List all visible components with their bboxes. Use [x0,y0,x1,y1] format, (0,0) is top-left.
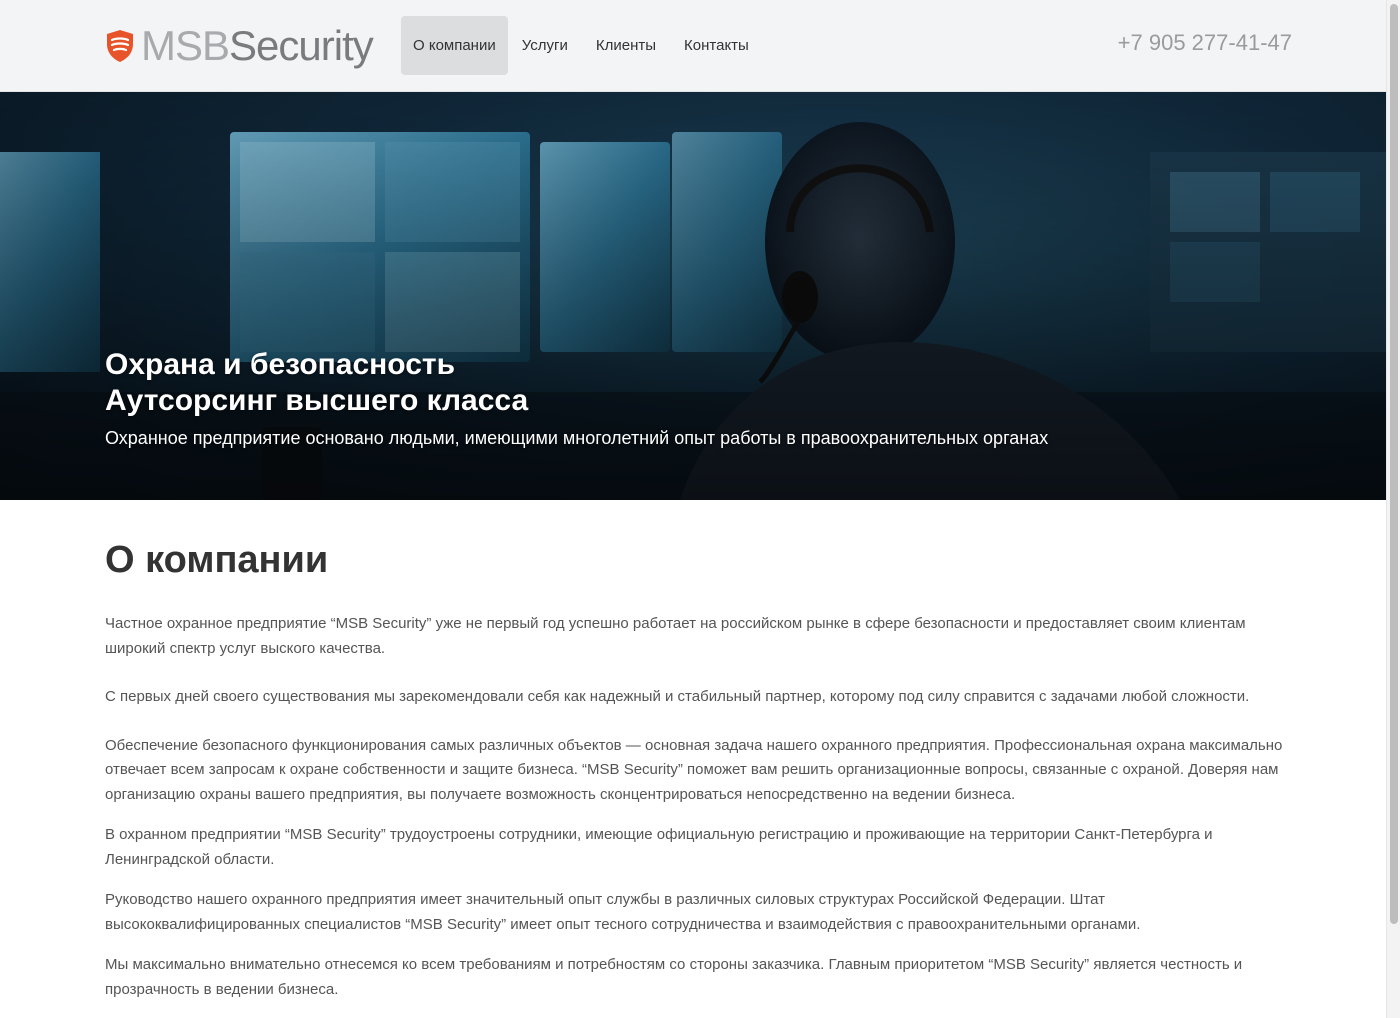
logo-text-msb: MSB [141,22,230,69]
nav-item-clients[interactable]: Клиенты [582,16,670,75]
logo-text-security: Security [229,22,374,69]
nav-item-services[interactable]: Услуги [508,16,582,75]
about-paragraph: Мы максимально внимательно отнесемся ко … [105,956,1243,998]
shield-logo-icon [107,30,133,62]
main-nav: О компании Услуги Клиенты Контакты [401,16,763,75]
page-title: О компании [105,539,329,581]
about-paragraph: Обеспечение безопасного функционирования… [105,736,1283,803]
hero-banner: Охрана и безопасность Аутсорсинг высшего… [0,92,1386,500]
hero-subtitle: Охранное предприятие основано людьми, им… [105,428,1049,448]
hero-title-line2: Аутсорсинг высшего класса [105,384,529,417]
about-paragraph: Частное охранное предприятие “MSB Securi… [105,615,1246,657]
scrollbar-thumb[interactable] [1390,4,1398,924]
page-scrollbar[interactable] [1386,0,1400,1018]
hero-title: Охрана и безопасность Аутсорсинг высшего… [105,347,528,419]
about-paragraph: С первых дней своего существования мы за… [105,688,1250,705]
phone-number[interactable]: +7 905 277-41-47 [1118,30,1292,56]
about-paragraph: В охранном предприятии “MSB Security” тр… [105,826,1213,868]
nav-item-about[interactable]: О компании [401,16,508,75]
hero-title-line1: Охрана и безопасность [105,348,456,381]
about-paragraph: Руководство нашего охранного предприятия… [105,891,1141,933]
site-logo[interactable]: MSBSecurity [105,22,374,70]
nav-item-contacts[interactable]: Контакты [670,16,763,75]
logo-wordmark: MSBSecurity [141,22,374,70]
about-section: О компании Частное охранное предприятие … [105,500,1285,1002]
site-header: MSBSecurity О компании Услуги Клиенты Ко… [0,0,1386,92]
